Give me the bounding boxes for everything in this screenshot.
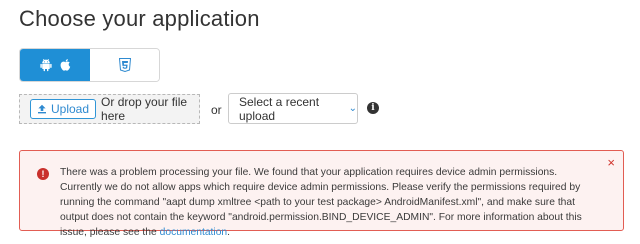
apple-icon (60, 59, 70, 71)
or-separator: or (211, 103, 222, 117)
documentation-link[interactable]: documentation (160, 227, 228, 238)
platform-switch (19, 48, 160, 82)
html5-option[interactable] (90, 49, 159, 81)
recent-upload-select[interactable]: Select a recent upload ⌄ (228, 93, 358, 124)
upload-icon (38, 104, 46, 114)
upload-button[interactable]: Upload (30, 99, 97, 119)
error-message-text: There was a problem processing your file… (60, 167, 582, 238)
upload-button-label: Upload (51, 102, 90, 116)
error-message-end: . (227, 227, 231, 238)
android-ios-option[interactable] (20, 49, 90, 81)
chevron-down-icon: ⌄ (348, 103, 357, 114)
page-title: Choose your application (19, 6, 260, 31)
file-drop-zone[interactable]: Upload Or drop your file here (19, 94, 200, 124)
error-alert: ! There was a problem processing your fi… (19, 150, 624, 238)
drop-hint: Or drop your file here (101, 95, 188, 123)
recent-upload-label: Select a recent upload (239, 94, 320, 123)
error-message: There was a problem processing your file… (60, 165, 595, 240)
info-icon[interactable]: i (367, 102, 379, 114)
html5-icon (118, 58, 131, 72)
close-icon[interactable]: × (607, 156, 615, 169)
error-icon: ! (37, 168, 49, 180)
android-icon (39, 58, 52, 72)
